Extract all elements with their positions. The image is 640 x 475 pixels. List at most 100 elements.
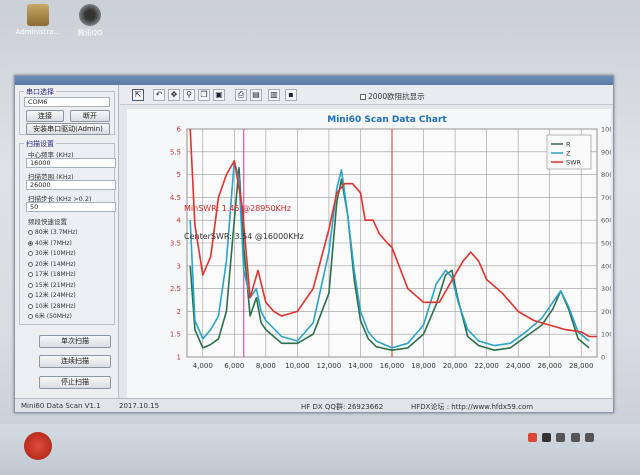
settings-icon[interactable]	[584, 433, 594, 442]
build-date: 2017.10.15	[119, 402, 160, 410]
x-tick-label: 28,000	[569, 362, 594, 370]
copy-icon[interactable]: ❐	[198, 89, 210, 101]
ime-icon[interactable]	[528, 433, 537, 442]
scan-chart[interactable]: 4,000 6,000 8,000 10,000 12,000 14,000 16,000 1…	[127, 109, 618, 399]
band-radio-label: 20米 (14MHz)	[35, 260, 76, 268]
x-tick-label: 18,000	[411, 362, 436, 370]
y-right-tick-label: 800	[601, 171, 611, 179]
app-window: 串口选择 COM6 连接 断开 安装串口驱动(Admin) 扫描设置 中心频率 …	[14, 75, 618, 413]
band-radio[interactable]: 20米 (14MHz)	[28, 259, 76, 268]
center-swr-annotation: CenterSWR: 3.54 @16000KHz	[184, 232, 304, 241]
x-tick-label: 4,000	[193, 362, 213, 370]
band-radio[interactable]: 40米 (7MHz)	[28, 238, 72, 247]
radio-dot-icon	[28, 261, 33, 267]
y-left-tick-label: 1	[177, 354, 181, 362]
step-input[interactable]: 50	[26, 202, 116, 212]
band-radio[interactable]: 17米 (18MHz)	[28, 269, 76, 278]
export-icon[interactable]: ▥	[268, 89, 280, 101]
y-right-tick-label: 0	[601, 354, 605, 362]
select-icon[interactable]: ⇱	[132, 89, 144, 101]
radio-dot-icon	[28, 314, 33, 319]
y-left-tick-label: 6	[177, 126, 182, 134]
band-radio[interactable]: 15米 (21MHz)	[28, 280, 76, 289]
range-input[interactable]: 26000	[26, 180, 116, 190]
radio-dot-icon	[28, 303, 33, 309]
band-radio[interactable]: 6米 (50MHz)	[28, 311, 72, 320]
y-right-tick-label: 1000	[601, 126, 611, 134]
x-tick-label: 8,000	[256, 362, 276, 370]
y-left-tick-label: 2	[177, 308, 181, 316]
y-left-tick-label: 3	[177, 262, 181, 270]
chart-legend: RZSWR	[546, 134, 592, 170]
y-left-tick-label: 5.5	[170, 148, 181, 156]
radio-dot-icon	[28, 293, 33, 298]
network-icon[interactable]	[556, 433, 566, 442]
band-radio-label: 80米 (3.7MHz)	[35, 229, 78, 236]
radio-dot-icon	[28, 240, 33, 246]
y-left-tick-label: 1.5	[170, 331, 181, 339]
band-radio[interactable]: 10米 (28MHz)	[28, 301, 76, 310]
legend-label: SWR	[566, 159, 582, 167]
y-left-tick-label: 5	[177, 171, 181, 179]
center-freq-input[interactable]: 16000	[26, 158, 116, 168]
taskbar	[0, 424, 640, 475]
x-tick-label: 10,000	[285, 362, 310, 370]
band-radio[interactable]: 30米 (10MHz)	[28, 248, 76, 257]
y-right-tick-label: 200	[601, 308, 611, 316]
radio-dot-icon	[28, 230, 33, 235]
print-icon[interactable]: ⎙	[235, 89, 247, 101]
scan-settings-label: 扫描设置	[24, 139, 56, 149]
band-radio-label: 30米 (10MHz)	[35, 250, 76, 257]
forum-link[interactable]: HFDX论坛 : http://www.hfdx59.com	[411, 402, 533, 412]
qq-icon	[79, 4, 101, 26]
band-radio-label: 15米 (21MHz)	[35, 281, 76, 289]
y-left-tick-label: 2.5	[170, 285, 181, 293]
y-left-tick-label: 4.5	[170, 194, 181, 202]
x-tick-label: 16,000	[380, 362, 405, 370]
band-radio[interactable]: 80米 (3.7MHz)	[28, 227, 78, 236]
disk-icon[interactable]: ▪	[285, 89, 297, 101]
language-icon[interactable]	[542, 433, 552, 442]
impedance-2000-toggle[interactable]: 2000欧阻抗显示	[360, 91, 425, 102]
install-driver-button[interactable]: 安装串口驱动(Admin)	[26, 123, 110, 135]
single-scan-button[interactable]: 单次扫描	[39, 335, 111, 348]
volume-icon[interactable]	[570, 433, 580, 442]
y-right-tick-label: 700	[601, 194, 611, 202]
y-right-tick-label: 400	[601, 262, 611, 270]
undo-icon[interactable]: ↶	[153, 89, 165, 101]
quick-band-label: 频段快速设置	[28, 218, 67, 226]
disconnect-button[interactable]: 断开	[70, 110, 110, 122]
desktop-icon-qq[interactable]: 腾讯QQ	[66, 4, 114, 38]
band-radio-label: 12米 (24MHz)	[35, 292, 76, 299]
y-left-tick-label: 3.5	[170, 240, 181, 248]
radio-dot-icon	[28, 282, 33, 288]
move-icon[interactable]: ✥	[168, 89, 180, 101]
app-name: Mini60 Data Scan V1.1	[21, 402, 101, 410]
band-radio[interactable]: 12米 (24MHz)	[28, 290, 76, 299]
chart-toolbar: ⇱ ↶ ✥ ⚲ ❐ ▣ ⎙ ▤ ▥ ▪ 2000欧阻抗显示	[120, 85, 613, 105]
port-group-label: 串口选择	[24, 87, 56, 97]
port-group: 串口选择 COM6 连接 断开 安装串口驱动(Admin)	[19, 87, 115, 135]
band-radio-label: 17米 (18MHz)	[35, 271, 76, 278]
legend-label: Z	[566, 150, 571, 158]
port-select[interactable]: COM6	[24, 97, 110, 107]
zoom-icon[interactable]: ⚲	[183, 89, 195, 101]
x-tick-label: 14,000	[348, 362, 373, 370]
y-right-tick-label: 900	[601, 148, 611, 156]
continuous-scan-button[interactable]: 连续扫描	[39, 355, 111, 368]
print-preview-icon[interactable]: ▤	[250, 89, 262, 101]
stop-scan-button[interactable]: 停止扫描	[39, 376, 111, 389]
save-image-icon[interactable]: ▣	[213, 89, 225, 101]
x-tick-label: 22,000	[474, 362, 499, 370]
sidebar: 串口选择 COM6 连接 断开 安装串口驱动(Admin) 扫描设置 中心频率 …	[15, 85, 119, 398]
x-tick-label: 26,000	[537, 362, 562, 370]
impedance-2000-label: 2000欧阻抗显示	[368, 92, 425, 101]
radio-dot-icon	[28, 251, 33, 256]
y-right-tick-label: 300	[601, 285, 611, 293]
y-right-tick-label: 500	[601, 240, 611, 248]
connect-button[interactable]: 连接	[26, 110, 64, 122]
window-titlebar[interactable]	[15, 76, 613, 85]
min-swr-annotation: MinSWR: 1.45 @28950KHz	[184, 204, 291, 213]
start-button[interactable]	[24, 432, 52, 460]
desktop-icon-administrator[interactable]: Administra...	[14, 4, 62, 36]
